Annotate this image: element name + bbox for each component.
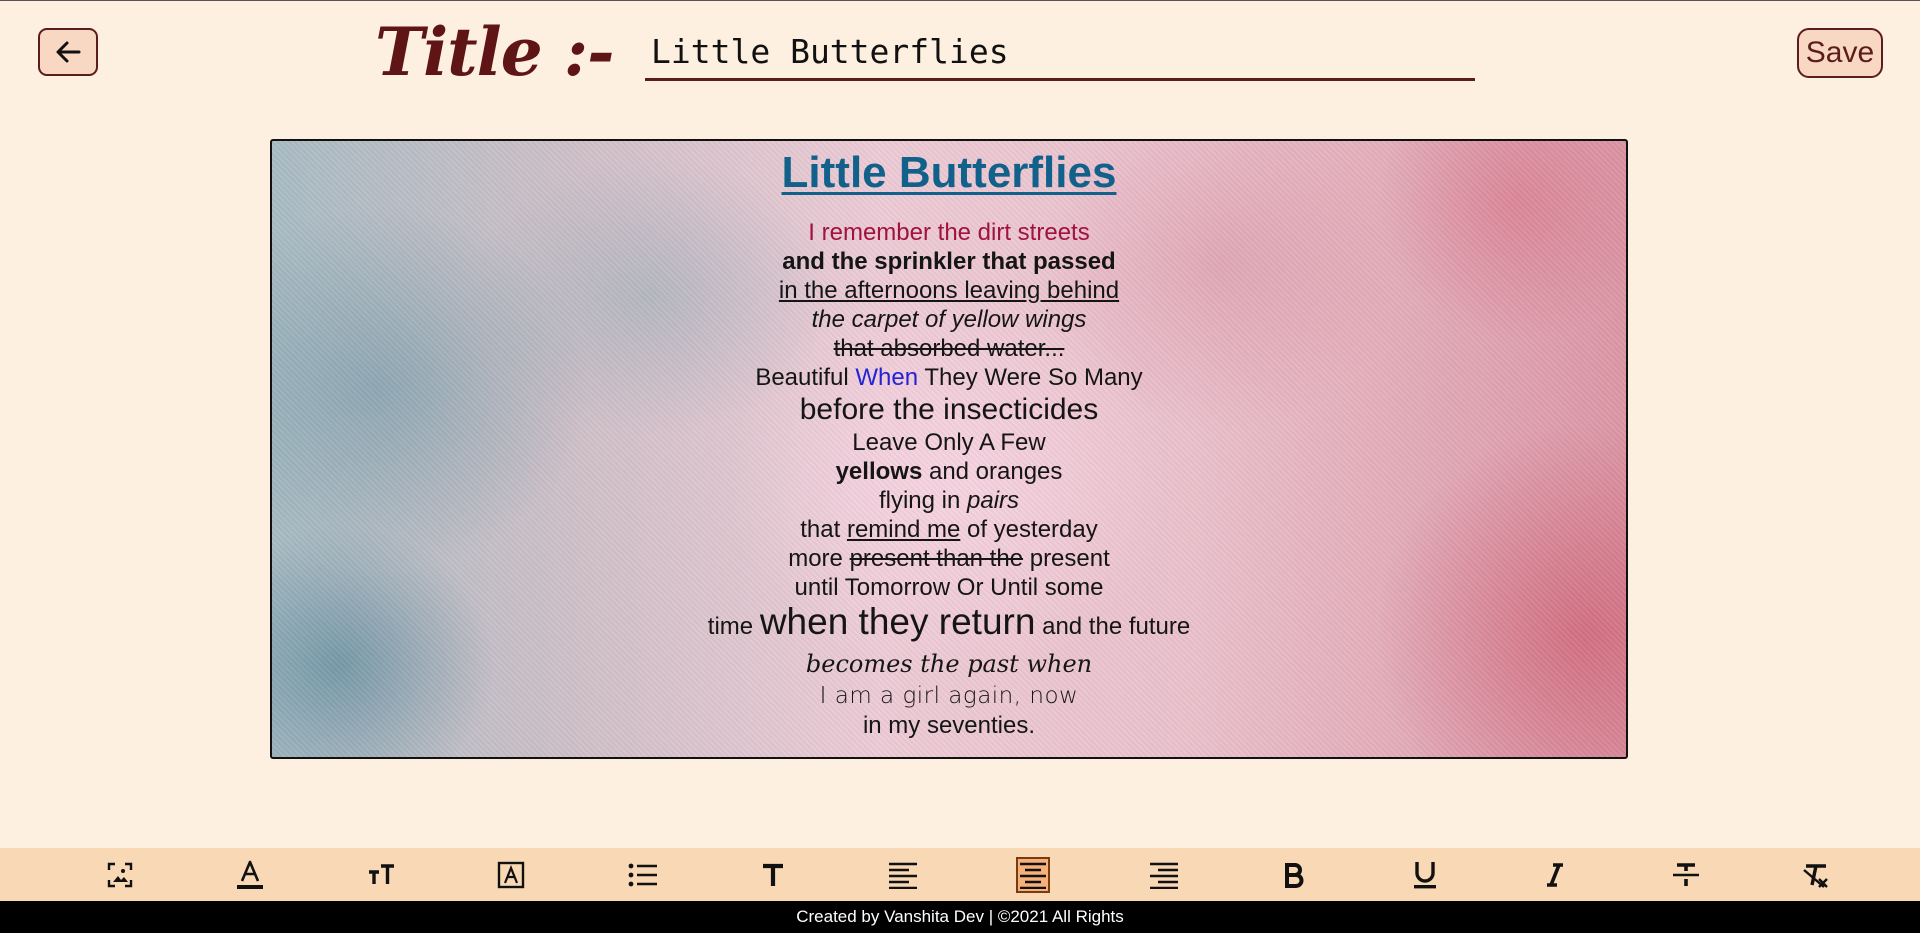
- align-center-icon: [1020, 862, 1046, 889]
- font-icon: [763, 863, 783, 886]
- underline-tool[interactable]: [1408, 857, 1442, 893]
- align-right-tool[interactable]: [1147, 857, 1181, 893]
- background-image-tool[interactable]: [103, 857, 137, 893]
- poem-span: and the future: [1035, 613, 1191, 640]
- format-toolbar: [0, 848, 1920, 901]
- poem-line: that absorbed water...: [833, 335, 1065, 362]
- arrow-left-icon: [56, 41, 81, 63]
- poem-span: more: [788, 545, 850, 572]
- poem-line: time when they return and the future: [272, 602, 1626, 647]
- list-icon: [628, 863, 657, 887]
- save-button[interactable]: Save: [1797, 28, 1883, 78]
- poem-title: Little Butterflies: [781, 148, 1117, 197]
- font-size-tool[interactable]: [364, 857, 398, 893]
- poem-line: Beautiful When They Were So Many: [272, 363, 1626, 392]
- poem-line: until Tomorrow Or Until some: [794, 574, 1104, 601]
- title-label: Title :-: [375, 13, 614, 91]
- poem-line: Leave Only A Few: [852, 429, 1046, 456]
- poem-span: remind me: [846, 516, 961, 543]
- poem-line: before the insecticides: [799, 393, 1099, 426]
- list-tool[interactable]: [626, 857, 660, 893]
- poem-span: pairs: [967, 487, 1020, 514]
- italic-tool[interactable]: [1538, 857, 1572, 893]
- bold-icon: [1285, 863, 1304, 888]
- poem-span: time: [707, 613, 760, 640]
- poem-span: when they return: [759, 601, 1036, 642]
- italic-icon: [1547, 863, 1563, 887]
- align-right-icon: [1150, 862, 1178, 889]
- text-color-tool[interactable]: [233, 857, 267, 893]
- poem-line: more present than the present: [272, 544, 1626, 573]
- text-color-icon: [237, 860, 263, 889]
- clear-format-tool[interactable]: [1799, 857, 1833, 893]
- align-center-tool[interactable]: [1016, 857, 1050, 893]
- poem-span: present than the: [849, 545, 1024, 572]
- align-left-tool[interactable]: [886, 857, 920, 893]
- poem-span: They Were So Many: [918, 364, 1143, 391]
- font-size-icon: [369, 864, 394, 884]
- back-button[interactable]: [38, 28, 98, 76]
- poem-line: flying in pairs: [272, 486, 1626, 515]
- text-box-icon: [497, 861, 525, 889]
- poem-span: of yesterday: [960, 516, 1098, 543]
- poem-line: I am a girl again, now: [819, 683, 1079, 709]
- poem-line: I remember the dirt streets: [808, 219, 1090, 246]
- poem-line: in my seventies.: [862, 712, 1036, 739]
- clear-format-icon: [1803, 864, 1828, 888]
- poem-line: that remind me of yesterday: [272, 515, 1626, 544]
- poem-canvas[interactable]: Little Butterflies I remember the dirt s…: [270, 139, 1628, 759]
- underline-icon: [1414, 862, 1436, 889]
- strikethrough-tool[interactable]: [1669, 857, 1703, 893]
- poem-line: the carpet of yellow wings: [811, 306, 1087, 333]
- poem-line: yellows and oranges: [272, 457, 1626, 486]
- bold-tool[interactable]: [1277, 857, 1311, 893]
- poem-span: and oranges: [922, 458, 1063, 485]
- poem-span: Beautiful: [755, 364, 856, 391]
- font-family-tool[interactable]: [756, 857, 790, 893]
- poem-content: Little Butterflies I remember the dirt s…: [272, 141, 1626, 740]
- poem-span: flying in: [878, 487, 967, 514]
- poem-line: and the sprinkler that passed: [782, 248, 1116, 275]
- image-icon: [107, 862, 133, 888]
- poem-span: present: [1023, 545, 1110, 572]
- text-background-tool[interactable]: [494, 857, 528, 893]
- strikethrough-icon: [1673, 863, 1699, 886]
- poem-line: becomes the past when: [805, 650, 1093, 678]
- poem-lines: I remember the dirt streets and the spri…: [272, 218, 1626, 740]
- poem-line: in the afternoons leaving behind: [778, 277, 1120, 304]
- poem-span: that: [800, 516, 847, 543]
- title-input[interactable]: [645, 25, 1475, 81]
- poem-span: yellows: [835, 458, 923, 485]
- footer-credit: Created by Vanshita Dev | ©2021 All Righ…: [0, 901, 1920, 933]
- poem-span: When: [855, 364, 919, 391]
- align-left-icon: [889, 862, 917, 889]
